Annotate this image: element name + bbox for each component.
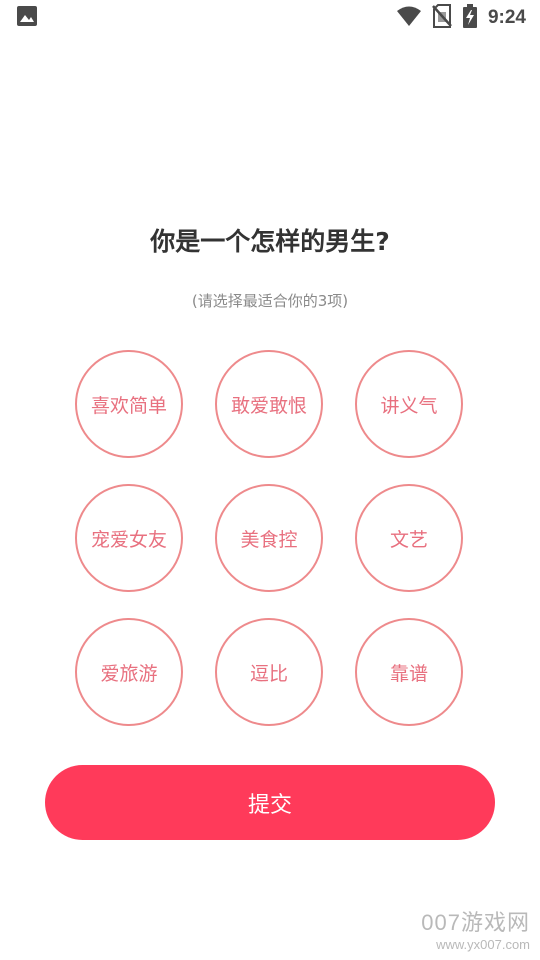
option-circle[interactable]: 讲义气 [355, 350, 463, 458]
options-grid: 喜欢简单 敢爱敢恨 讲义气 宠爱女友 美食控 文艺 爱旅游 逗比 靠谱 [75, 350, 465, 726]
battery-charging-icon [462, 4, 478, 32]
selection-hint: (请选择最适合你的3项) [191, 292, 349, 310]
option-label: 爱旅游 [100, 662, 158, 685]
question-title: 你是一个怎样的男生? [150, 227, 390, 256]
submit-button[interactable]: 提交 [45, 765, 495, 840]
option-circle[interactable]: 宠爱女友 [75, 484, 183, 592]
option-circle[interactable]: 逗比 [215, 618, 323, 726]
option-label: 文艺 [389, 528, 428, 551]
option-label: 讲义气 [380, 394, 438, 417]
status-time: 9:24 [487, 7, 526, 28]
option-circle[interactable]: 文艺 [355, 484, 463, 592]
submit-label: 提交 [247, 791, 292, 817]
option-label: 宠爱女友 [90, 528, 167, 551]
watermark: 007游戏网 www.yx007.com [421, 905, 530, 952]
wifi-icon [396, 5, 422, 31]
status-left [16, 5, 38, 31]
option-label: 逗比 [249, 662, 288, 685]
option-label: 美食控 [240, 528, 298, 551]
option-circle[interactable]: 喜欢简单 [75, 350, 183, 458]
status-right: 9:24 [396, 4, 526, 32]
watermark-logo: 007游戏网 [421, 910, 530, 935]
option-label: 敢爱敢恨 [230, 394, 307, 417]
option-circle[interactable]: 爱旅游 [75, 618, 183, 726]
option-label: 喜欢简单 [90, 394, 167, 417]
no-sim-icon [432, 4, 452, 32]
status-bar: 9:24 [0, 0, 540, 36]
option-circle[interactable]: 敢爱敢恨 [215, 350, 323, 458]
watermark-url: www.yx007.com [436, 937, 530, 952]
image-notification-icon [16, 5, 38, 31]
option-circle[interactable]: 美食控 [215, 484, 323, 592]
option-circle[interactable]: 靠谱 [355, 618, 463, 726]
option-label: 靠谱 [389, 662, 428, 685]
